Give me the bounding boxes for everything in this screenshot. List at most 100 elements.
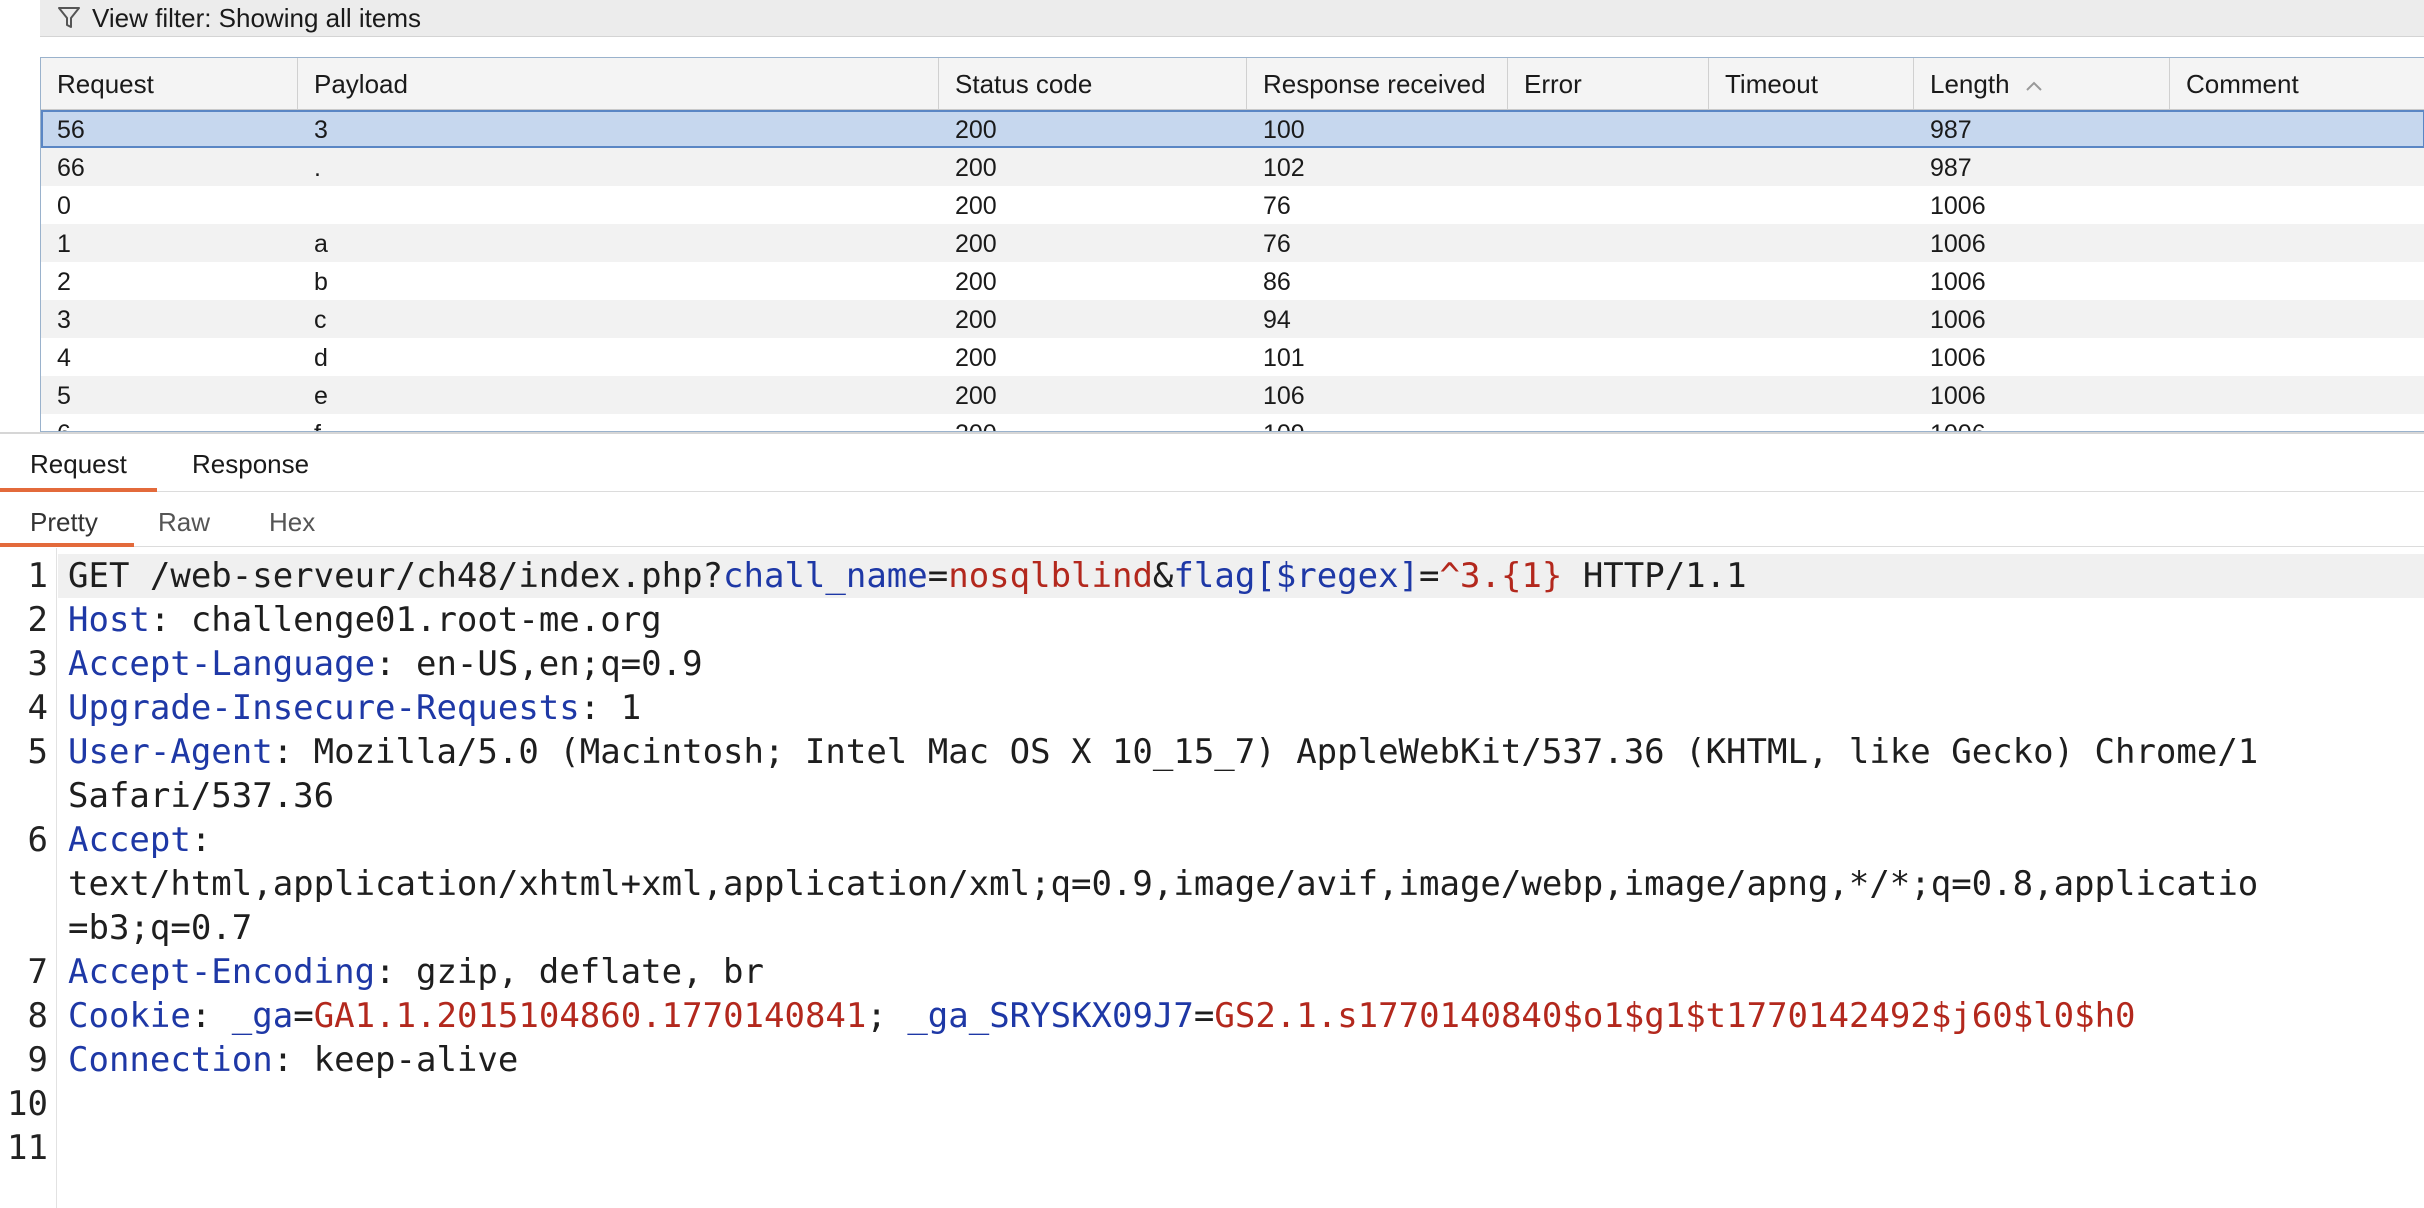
cell-comment xyxy=(2170,376,2424,414)
divider xyxy=(0,432,2424,434)
line-number: 8 xyxy=(27,996,48,1036)
filter-icon xyxy=(58,7,80,28)
cell-comment xyxy=(2170,224,2424,262)
cell-request: 6 xyxy=(41,414,298,431)
header-accept-continued: text/html,application/xhtml+xml,applicat… xyxy=(68,864,2259,904)
tab-response[interactable]: Response xyxy=(192,437,309,491)
cell-error xyxy=(1508,338,1709,376)
line-number: 5 xyxy=(27,732,48,772)
table-row[interactable]: 5 e 200 106 1006 xyxy=(41,376,2424,414)
header-connection: Connection: keep-alive xyxy=(68,1040,519,1080)
column-header-length[interactable]: Length xyxy=(1914,58,2170,109)
cookie-value: GS2.1.s1770140840$o1$g1$t1770142492$j60$… xyxy=(1214,996,2136,1036)
view-filter-bar[interactable]: View filter: Showing all items xyxy=(40,0,2424,37)
gutter-divider xyxy=(56,548,57,1208)
cell-length: 1006 xyxy=(1930,344,1986,372)
header-host: Host: challenge01.root-me.org xyxy=(68,600,662,640)
cell-payload: . xyxy=(314,154,321,182)
cell-request: 56 xyxy=(57,116,85,144)
cell-received: 101 xyxy=(1263,344,1305,372)
cell-timeout xyxy=(1709,414,1914,431)
cell-payload: b xyxy=(314,268,328,296)
cell-received: 86 xyxy=(1263,268,1291,296)
cell-payload: f xyxy=(298,414,939,431)
line-number: 2 xyxy=(27,600,48,640)
header-user-agent: User-Agent: Mozilla/5.0 (Macintosh; Inte… xyxy=(68,732,2259,772)
cell-received: 100 xyxy=(1263,116,1305,144)
param-value: nosqlblind xyxy=(948,556,1153,596)
table-row[interactable]: 4 d 200 101 1006 xyxy=(41,338,2424,376)
header-accept-encoding: Accept-Encoding: gzip, deflate, br xyxy=(68,952,764,992)
cell-received: 76 xyxy=(1263,192,1291,220)
line-number: 9 xyxy=(27,1040,48,1080)
cell-length: 1006 xyxy=(1930,230,1986,258)
cell-payload: 3 xyxy=(314,116,328,144)
cell-timeout xyxy=(1709,376,1914,414)
cell-error xyxy=(1508,148,1709,186)
line-number: 6 xyxy=(27,820,48,860)
cell-received: 109 xyxy=(1247,414,1508,431)
table-header: Request Payload Status code Response rec… xyxy=(41,58,2424,110)
column-header-status-code[interactable]: Status code xyxy=(939,58,1247,109)
tab-request[interactable]: Request xyxy=(0,437,157,492)
column-header-request[interactable]: Request xyxy=(41,58,298,109)
table-row[interactable]: 3 c 200 94 1006 xyxy=(41,300,2424,338)
cell-request: 66 xyxy=(57,154,85,182)
cell-timeout xyxy=(1709,300,1914,338)
cell-error xyxy=(1508,262,1709,300)
tab-hex[interactable]: Hex xyxy=(269,494,315,546)
cell-timeout xyxy=(1709,148,1914,186)
column-header-error[interactable]: Error xyxy=(1508,58,1709,109)
cell-request: 1 xyxy=(57,230,71,258)
header-accept-language: Accept-Language: en-US,en;q=0.9 xyxy=(68,644,703,684)
tab-raw[interactable]: Raw xyxy=(158,494,210,546)
cell-status: 200 xyxy=(955,344,997,372)
cell-comment xyxy=(2170,262,2424,300)
header-upgrade-insecure-requests: Upgrade-Insecure-Requests: 1 xyxy=(68,688,642,728)
cell-error xyxy=(1508,414,1709,431)
cell-status: 200 xyxy=(955,154,997,182)
param-value: ^3.{1} xyxy=(1439,556,1563,596)
cell-status: 200 xyxy=(955,230,997,258)
line-number: 1 xyxy=(27,556,48,596)
table-row[interactable]: 2 b 200 86 1006 xyxy=(41,262,2424,300)
line-number: 4 xyxy=(27,688,48,728)
table-row[interactable]: 0 200 76 1006 xyxy=(41,186,2424,224)
table-row[interactable]: 6f200109 1006 xyxy=(41,414,2424,431)
cell-timeout xyxy=(1709,110,1914,148)
cell-payload: d xyxy=(314,344,328,372)
table-row[interactable]: 56 3 200 100 987 xyxy=(41,110,2424,148)
view-filter-text: View filter: Showing all items xyxy=(92,2,421,33)
line-number: 7 xyxy=(27,952,48,992)
cookie-name: _ga xyxy=(231,996,294,1036)
cell-payload: a xyxy=(314,230,328,258)
cell-length: 1006 xyxy=(1930,268,1986,296)
request-editor[interactable]: 1 2 3 4 5 6 7 8 9 10 11 GET /web-serveur… xyxy=(0,548,2424,1208)
cell-request: 5 xyxy=(57,382,71,410)
cell-length: 1006 xyxy=(1930,306,1986,334)
cell-error xyxy=(1508,224,1709,262)
column-header-comment[interactable]: Comment xyxy=(2170,58,2424,109)
tab-pretty[interactable]: Pretty xyxy=(0,494,134,547)
cell-length: 987 xyxy=(1930,154,1972,182)
cell-status: 200 xyxy=(939,414,1247,431)
column-header-timeout[interactable]: Timeout xyxy=(1709,58,1914,109)
table-row[interactable]: 66. 200 102 987 xyxy=(41,148,2424,186)
column-header-payload[interactable]: Payload xyxy=(298,58,939,109)
cell-timeout xyxy=(1709,224,1914,262)
cell-timeout xyxy=(1709,186,1914,224)
cell-received: 94 xyxy=(1263,306,1291,334)
cookie-name: _ga_SRYSKX09J7 xyxy=(907,996,1194,1036)
cell-length: 1006 xyxy=(1914,414,2170,431)
table-row[interactable]: 1 a 200 76 1006 xyxy=(41,224,2424,262)
cell-error xyxy=(1508,186,1709,224)
cell-timeout xyxy=(1709,262,1914,300)
header-accept: Accept: xyxy=(68,820,212,860)
cell-comment xyxy=(2170,110,2424,148)
cell-comment xyxy=(2170,186,2424,224)
cell-request: 3 xyxy=(57,306,71,334)
cell-error xyxy=(1508,300,1709,338)
message-tabs: Request Response xyxy=(0,437,2424,492)
column-header-response-received[interactable]: Response received xyxy=(1247,58,1508,109)
cell-length: 987 xyxy=(1930,116,1972,144)
